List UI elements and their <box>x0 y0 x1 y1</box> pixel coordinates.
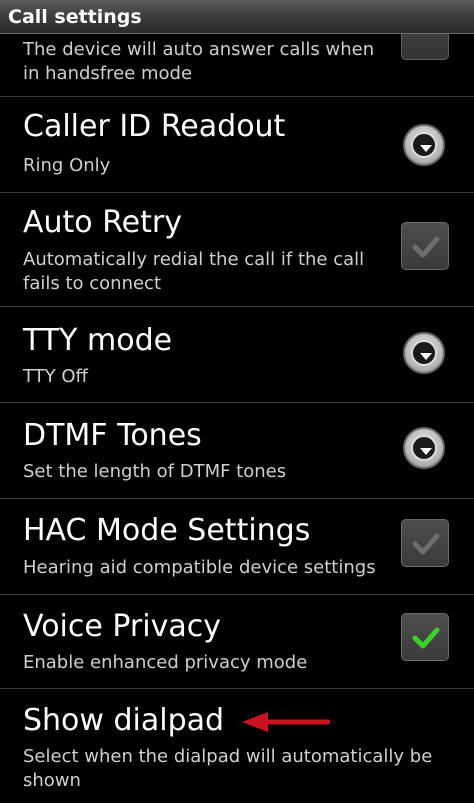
setting-title: Auto Retry <box>23 205 182 240</box>
hac-mode-checkbox[interactable] <box>401 519 449 567</box>
dropdown-arrow-icon[interactable] <box>403 124 445 166</box>
voice-privacy-checkbox[interactable] <box>401 613 449 661</box>
setting-title: Voice Privacy <box>23 609 221 644</box>
setting-summary: Automatically redial the call if the cal… <box>23 249 365 294</box>
setting-title: DTMF Tones <box>23 418 202 453</box>
setting-summary: Select when the dialpad will automatical… <box>23 746 433 791</box>
setting-row-auto-retry[interactable]: Auto Retry Automatically redial the call… <box>0 193 474 307</box>
dropdown-arrow-icon[interactable] <box>403 427 445 469</box>
setting-row-show-dialpad[interactable]: Show dialpad Select when the dialpad wil… <box>0 689 474 803</box>
page-title: Call settings <box>8 6 142 28</box>
setting-row-dtmf-tones[interactable]: DTMF Tones Set the length of DTMF tones <box>0 403 474 499</box>
setting-title: Show dialpad <box>23 703 225 738</box>
setting-summary: The device will auto answer calls when i… <box>23 39 375 84</box>
setting-summary: Set the length of DTMF tones <box>23 461 287 482</box>
title-bar: Call settings <box>0 0 474 34</box>
setting-title: HAC Mode Settings <box>23 513 311 548</box>
setting-title: Caller ID Readout <box>23 109 286 144</box>
setting-row-voice-privacy[interactable]: Voice Privacy Enable enhanced privacy mo… <box>0 595 474 689</box>
setting-row-caller-id-readout[interactable]: Caller ID Readout Ring Only <box>0 97 474 193</box>
dropdown-arrow-icon[interactable] <box>403 332 445 374</box>
setting-summary: Ring Only <box>23 155 111 176</box>
setting-row-auto-answer[interactable]: The device will auto answer calls when i… <box>0 12 474 97</box>
setting-row-hac-mode[interactable]: HAC Mode Settings Hearing aid compatible… <box>0 499 474 595</box>
setting-summary: Enable enhanced privacy mode <box>23 652 308 673</box>
setting-row-tty-mode[interactable]: TTY mode TTY Off <box>0 307 474 403</box>
setting-title: TTY mode <box>23 323 173 358</box>
setting-summary: TTY Off <box>23 366 88 387</box>
auto-retry-checkbox[interactable] <box>401 222 449 270</box>
red-left-arrow-icon <box>242 712 330 732</box>
setting-summary: Hearing aid compatible device settings <box>23 557 376 578</box>
